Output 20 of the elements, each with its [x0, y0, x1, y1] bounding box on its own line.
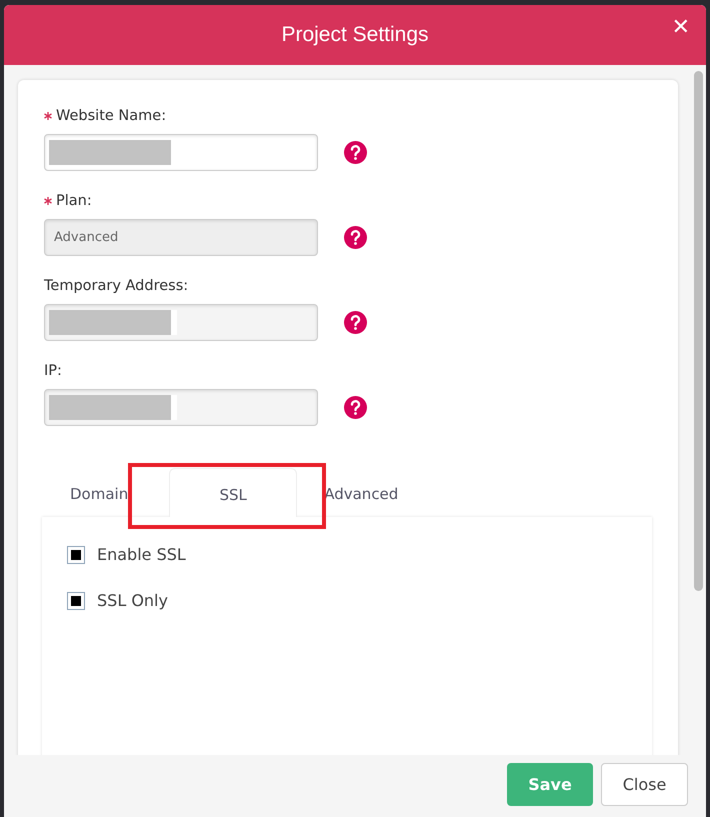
dialog-title: Project Settings [281, 22, 429, 48]
field-value: Advanced [53, 228, 118, 247]
checkbox[interactable] [67, 592, 85, 610]
field-label: Temporary Address: [44, 277, 190, 296]
checkbox[interactable] [67, 546, 85, 564]
tab[interactable]: Advanced [307, 468, 416, 516]
field-label: Website Name: [44, 106, 653, 126]
checkbox-label: SSL Only [97, 590, 168, 612]
help-icon[interactable] [344, 141, 367, 164]
checkbox-label: Enable SSL [97, 544, 186, 566]
scrollbar-thumb[interactable] [694, 71, 703, 591]
tab[interactable]: SSL [169, 468, 298, 516]
tab[interactable]: Domain [53, 468, 146, 516]
help-icon[interactable] [344, 226, 367, 249]
field-label: Plan: [44, 191, 653, 211]
input-field[interactable] [44, 134, 318, 171]
close-button[interactable]: Close [601, 763, 688, 806]
field-label: IP: [44, 362, 63, 381]
help-icon[interactable] [344, 396, 367, 419]
help-icon[interactable] [344, 311, 367, 334]
